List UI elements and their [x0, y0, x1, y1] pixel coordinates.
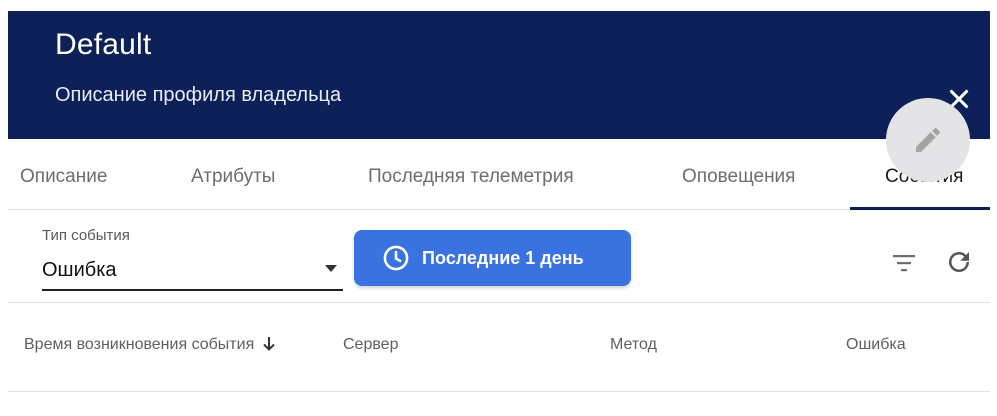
tab-description[interactable]: Описание [20, 166, 107, 188]
refresh-button[interactable] [944, 247, 974, 277]
active-tab-indicator [850, 207, 990, 210]
tab-latest-telemetry[interactable]: Последняя телеметрия [368, 166, 574, 188]
column-event-time-label: Время возникновения события [24, 336, 255, 353]
events-toolbar: Тип события Ошибка Последние 1 день [8, 211, 990, 303]
pencil-icon [916, 127, 941, 152]
filter-icon [893, 255, 915, 272]
event-type-select[interactable]: Ошибка [42, 251, 343, 291]
column-server[interactable]: Сервер [343, 336, 398, 354]
tab-attributes[interactable]: Атрибуты [191, 166, 275, 188]
refresh-icon [949, 252, 969, 272]
event-type-value: Ошибка [42, 259, 117, 281]
tab-alarms[interactable]: Оповещения [682, 166, 795, 188]
event-type-label: Тип события [42, 227, 130, 244]
dialog-subtitle: Описание профиля владельца [55, 84, 342, 106]
column-event-time[interactable]: Время возникновения события [24, 336, 276, 354]
time-window-button[interactable]: Последние 1 день [354, 230, 631, 286]
clock-icon [383, 245, 409, 271]
dialog-title: Default [55, 28, 152, 61]
dropdown-arrow-icon [325, 265, 337, 272]
dialog-header: Default Описание профиля владельца [8, 11, 990, 139]
arrow-down-icon [263, 337, 275, 351]
tab-bar: Описание Атрибуты Последняя телеметрия О… [8, 139, 990, 210]
events-table-header: Время возникновения события Сервер Метод… [8, 304, 990, 392]
edit-button[interactable] [886, 98, 970, 182]
filter-button[interactable] [891, 251, 917, 275]
time-window-label: Последние 1 день [422, 247, 584, 268]
event-dialog: Default Описание профиля владельца Описа… [8, 11, 990, 416]
column-error[interactable]: Ошибка [846, 336, 906, 354]
column-method[interactable]: Метод [610, 336, 657, 354]
